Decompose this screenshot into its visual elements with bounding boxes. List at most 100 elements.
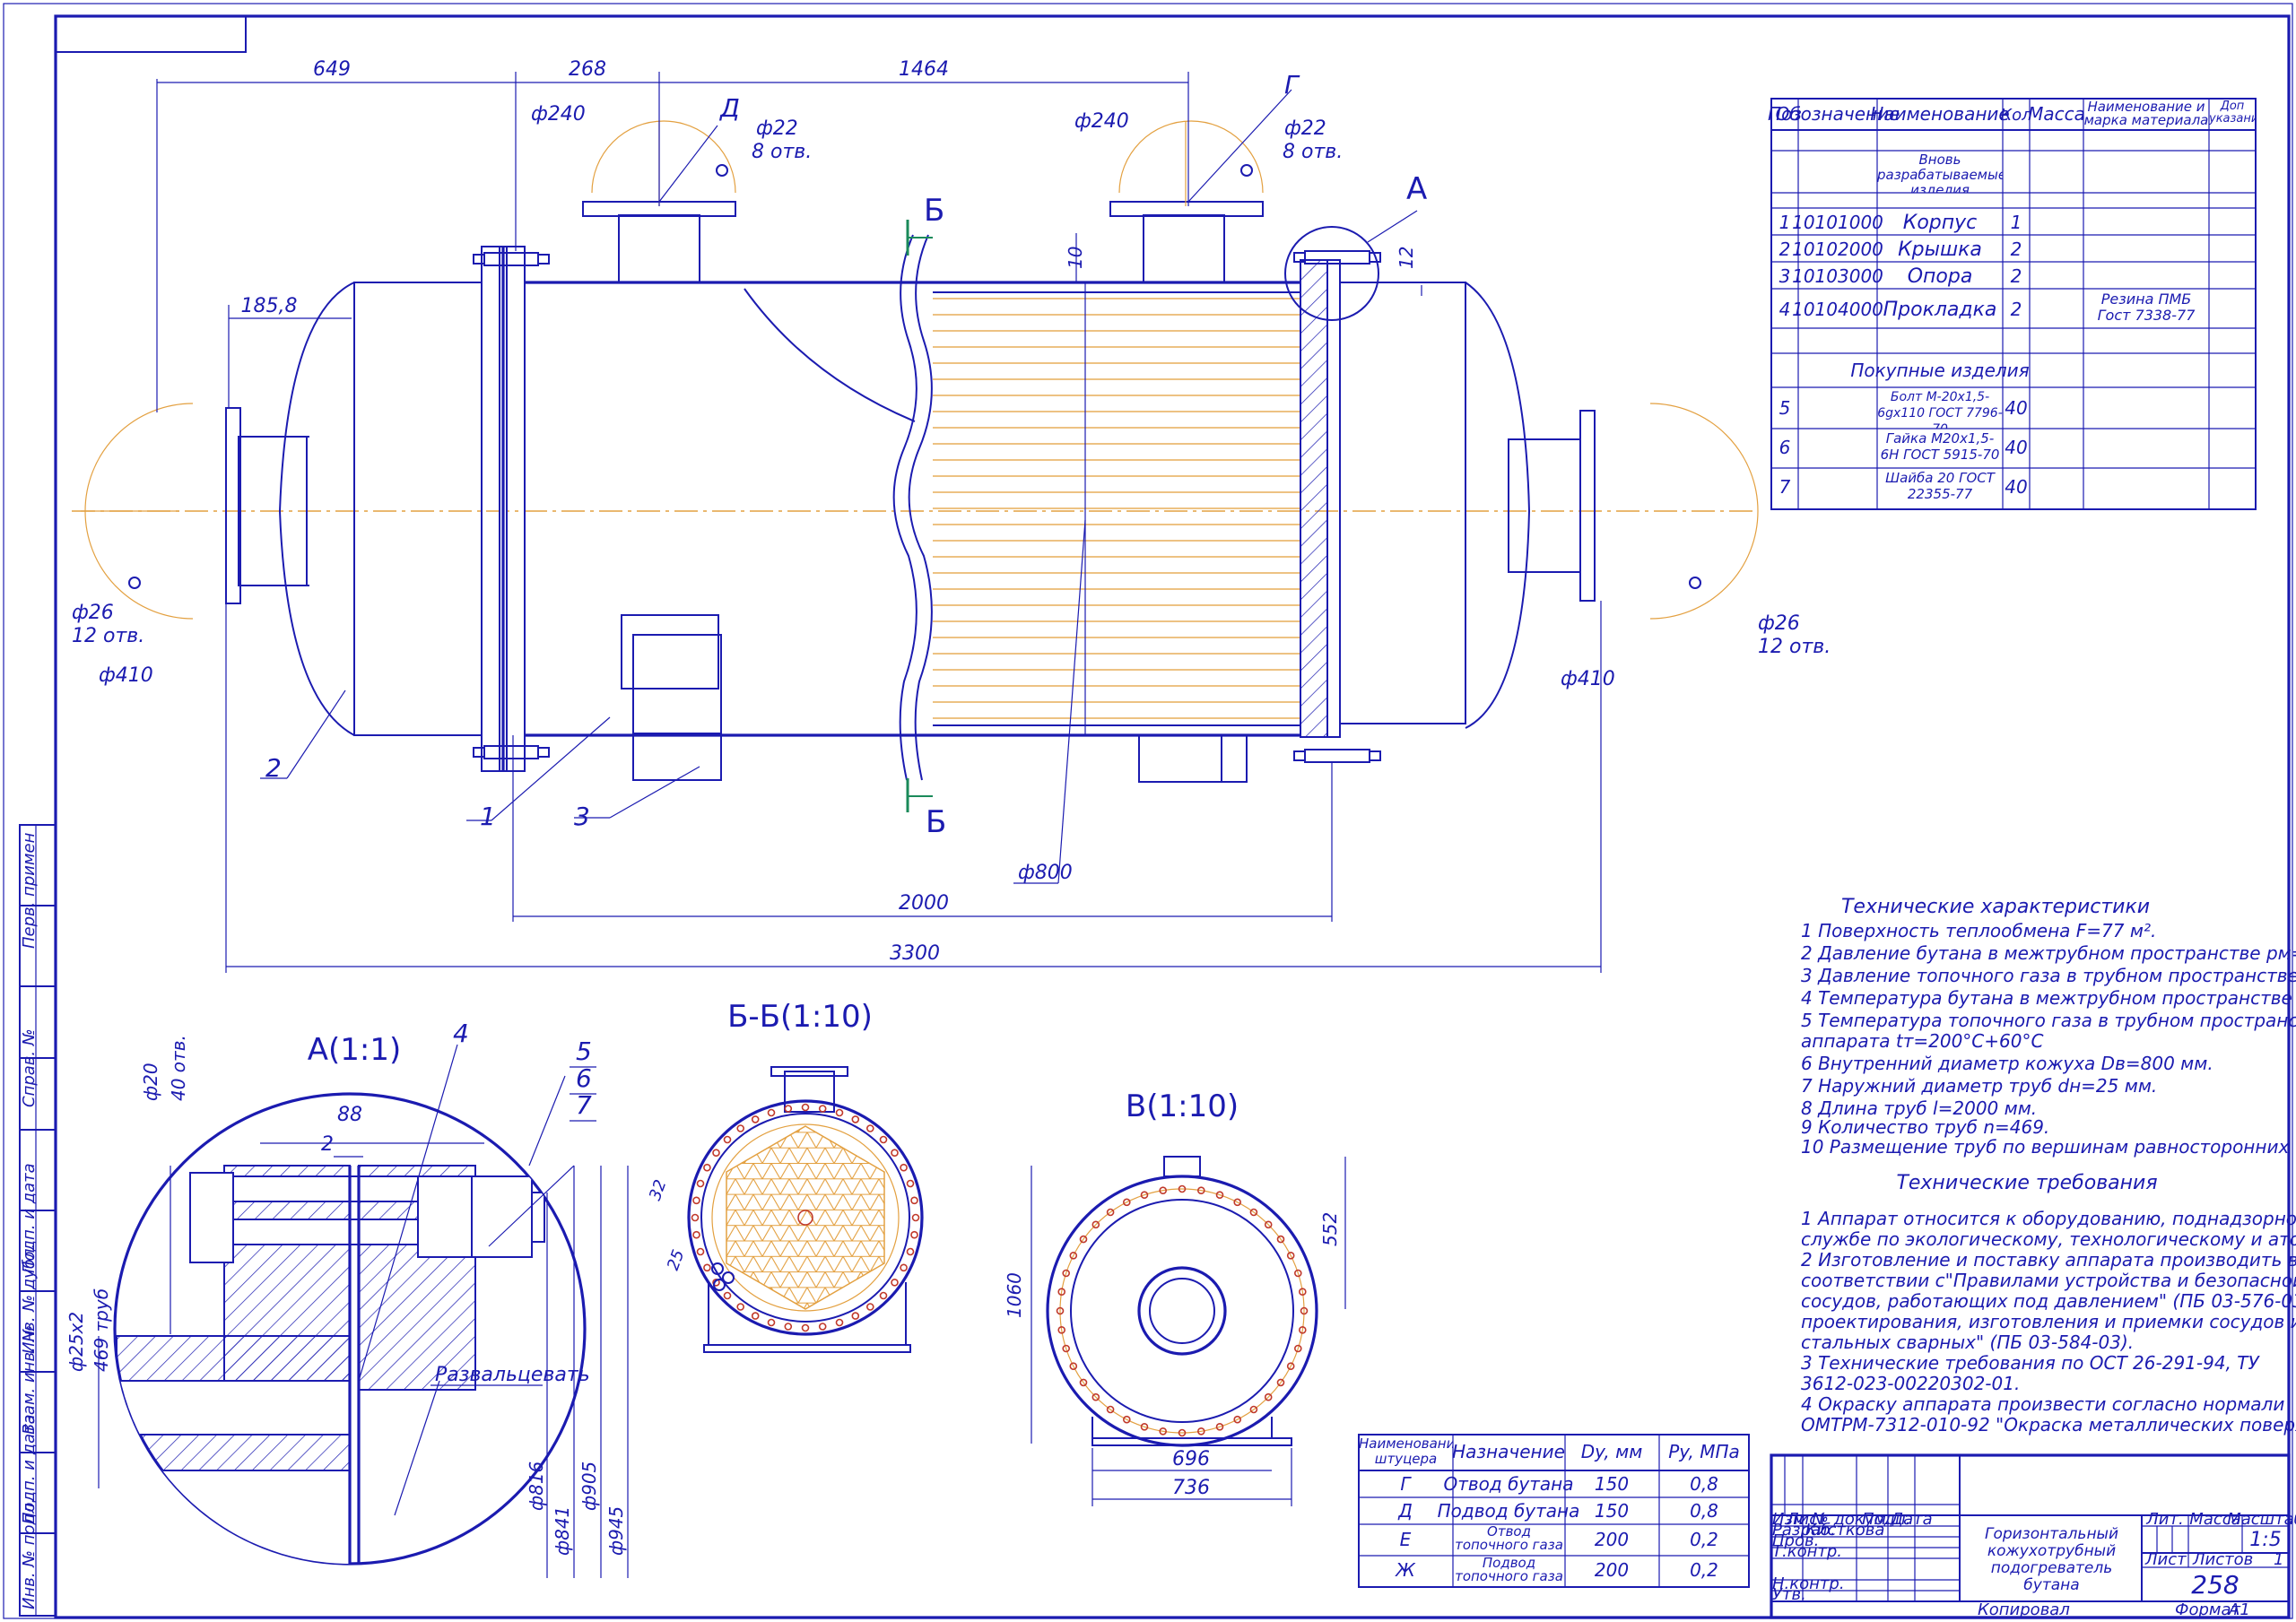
side-label-sprav: Справ. № xyxy=(20,1028,39,1107)
detail-a-holes40: 40 отв. xyxy=(168,1035,189,1101)
dim-d26-left: ф26 xyxy=(72,602,114,624)
tech-chars-line: 9 Количество труб n=469. xyxy=(1801,1116,2049,1138)
bolt-hole xyxy=(835,1318,844,1327)
bolt-hole xyxy=(703,1263,711,1272)
nozzle-row-py: 0,2 xyxy=(1690,1529,1718,1550)
dim-d410-right: ф410 xyxy=(1561,668,1615,690)
bolt-hole xyxy=(712,1149,720,1157)
holes-8-d: 8 отв. xyxy=(752,141,812,163)
tb-format-value: А1 xyxy=(2228,1600,2250,1619)
spec-row-code: 10103000 xyxy=(1792,265,1883,287)
spec-row-qty: 2 xyxy=(2011,265,2022,287)
tech-characteristics: Технические характеристики 1 Поверхность… xyxy=(1801,896,2296,1158)
bolt-hole xyxy=(784,1105,793,1113)
bolt-hole xyxy=(692,1230,700,1239)
tech-chars-line: 1 Поверхность теплообмена F=77 м². xyxy=(1801,920,2156,941)
break-line xyxy=(908,234,933,781)
bottom-nozzle xyxy=(1138,734,1248,783)
spec-row-qty: 2 xyxy=(2011,239,2022,260)
bolt-hole xyxy=(879,1135,888,1144)
dim-d240-d: ф240 xyxy=(531,103,586,126)
nozzle-head-py: Py, МПа xyxy=(1668,1441,1740,1462)
nozzle-table: Наименование штуцера Назначение Dy, мм P… xyxy=(1358,1434,1750,1588)
nozzle-row-id: Г xyxy=(1400,1473,1412,1495)
dim-d22-g: ф22 xyxy=(1284,117,1326,140)
bolt-hole xyxy=(767,1108,776,1117)
main-view: 649 268 1464 185,8 10 12 2000 3300 ф800 … xyxy=(72,58,1831,973)
spec-head-extra: Доп указания xyxy=(2209,100,2256,126)
nozzle-row-purpose: Отвод бутана xyxy=(1443,1473,1573,1495)
left-chamber xyxy=(353,282,483,736)
nozzle-d-pipe xyxy=(618,214,700,283)
detail-a-view: А(1:1) ф20 40 отв. 88 2 ф25х2 469 труб ф… xyxy=(65,1019,629,1578)
spec-head-name: Наименование xyxy=(1870,103,2009,125)
view-v-view: В(1:10) 696 736 1060 552 xyxy=(1004,1089,1346,1506)
spec-row-code: 10101000 xyxy=(1792,212,1883,233)
bolt-hole xyxy=(818,1323,827,1331)
bolt-hole xyxy=(911,1213,920,1222)
nut xyxy=(470,1175,533,1258)
spec-row-qty: 40 xyxy=(2005,476,2027,498)
tech-chars-line: аппарата tт=200°С+60°С xyxy=(1801,1030,2043,1052)
bolt-hole xyxy=(801,1323,810,1332)
spec-row-qty: 2 xyxy=(2011,299,2022,320)
nozzle-head-dy: Dy, мм xyxy=(1581,1441,1643,1462)
bolt-hole xyxy=(692,1196,700,1205)
bolt-hole xyxy=(906,1247,915,1256)
spec-section-new: Вновь разрабатываемые изделия xyxy=(1877,152,2003,193)
bolt-hole xyxy=(865,1303,874,1311)
detail-a-title: А(1:1) xyxy=(308,1032,402,1068)
right-chamber xyxy=(1339,282,1466,724)
spec-row-pos: 7 xyxy=(1779,476,1791,498)
nozzle-row-purpose: Отвод топочного газа xyxy=(1455,1525,1563,1553)
bolt-hole xyxy=(891,1149,899,1157)
nozzle-g-pipe xyxy=(1143,214,1225,283)
tb-masshtab: Масштаб xyxy=(2227,1510,2296,1529)
view-v-title: В(1:10) xyxy=(1126,1089,1239,1124)
tech-reqs-line: 4 Окраску аппарата произвести согласно н… xyxy=(1801,1393,2284,1415)
bolt-head xyxy=(189,1172,234,1263)
tech-chars-line: 7 Наружний диаметр труб dн=25 мм. xyxy=(1801,1075,2157,1097)
bolt-hole xyxy=(751,1312,760,1320)
spec-row-name: Прокладка xyxy=(1883,299,1997,321)
tech-reqs-line: 1 Аппарат относится к оборудованию, подн… xyxy=(1801,1208,2296,1229)
spec-row-code: 10102000 xyxy=(1792,239,1883,260)
bolt-hole xyxy=(851,1312,860,1320)
tube-bundle xyxy=(933,296,1300,723)
dim-268: 268 xyxy=(569,58,606,81)
drawing-sheet: Перв. примен Справ. № Подп. и дата Инв. … xyxy=(3,3,2296,1619)
nozzle-row-dy: 200 xyxy=(1595,1529,1629,1550)
tech-reqs-line: проектирования, изготовления и приемки с… xyxy=(1801,1311,2296,1332)
bolt-hole xyxy=(736,1303,745,1311)
detail-a-callout xyxy=(1284,226,1379,321)
tech-requirements: Технические требования 1 Аппарат относит… xyxy=(1801,1172,2296,1436)
right-nozzle-pipe xyxy=(1508,438,1581,573)
nozzle-row-id: Ж xyxy=(1394,1559,1416,1581)
bolt-hole xyxy=(865,1124,874,1132)
spec-row-qty: 40 xyxy=(2005,397,2027,419)
tech-reqs-line: соответствии с"Правилами устройства и бе… xyxy=(1801,1270,2296,1291)
tb-scale-value: 1:5 xyxy=(2249,1529,2281,1551)
bolt-hole xyxy=(900,1163,908,1172)
right-nozzle-flange xyxy=(1579,410,1596,602)
spec-row-code: 10104000 xyxy=(1792,299,1883,320)
bolt-hole xyxy=(723,1135,732,1144)
tb-lit: Лит. xyxy=(2145,1510,2183,1529)
bolt-hole xyxy=(879,1291,888,1300)
detail-a-pos5: 5 xyxy=(576,1037,592,1066)
flange-circle-top-d xyxy=(591,120,736,206)
spec-row-pos: 6 xyxy=(1779,437,1791,458)
spec-row-name: Гайка М20х1,5-6Н ГОСТ 5915-70 xyxy=(1880,430,2000,463)
nozzle-head-purpose: Назначение xyxy=(1452,1441,1565,1462)
spec-row-material: Резина ПМБ Гост 7338-77 xyxy=(2097,291,2196,324)
tech-reqs-line: стальных сварных" (ПБ 03-584-03). xyxy=(1801,1331,2134,1353)
view-a-label: А xyxy=(1406,171,1427,207)
section-bb-tube-layout xyxy=(726,1125,885,1310)
section-b-bottom-label: Б xyxy=(926,804,946,840)
tech-chars-line: 2 Давление бутана в межтрубном пространс… xyxy=(1801,942,2296,964)
bolt-hole xyxy=(691,1213,700,1222)
detail-a-roll-note: Развальцевать xyxy=(435,1364,590,1386)
bolt-hole xyxy=(767,1318,776,1327)
nozzle-row-id: Д xyxy=(1397,1500,1413,1522)
bolt-hole xyxy=(751,1115,760,1123)
